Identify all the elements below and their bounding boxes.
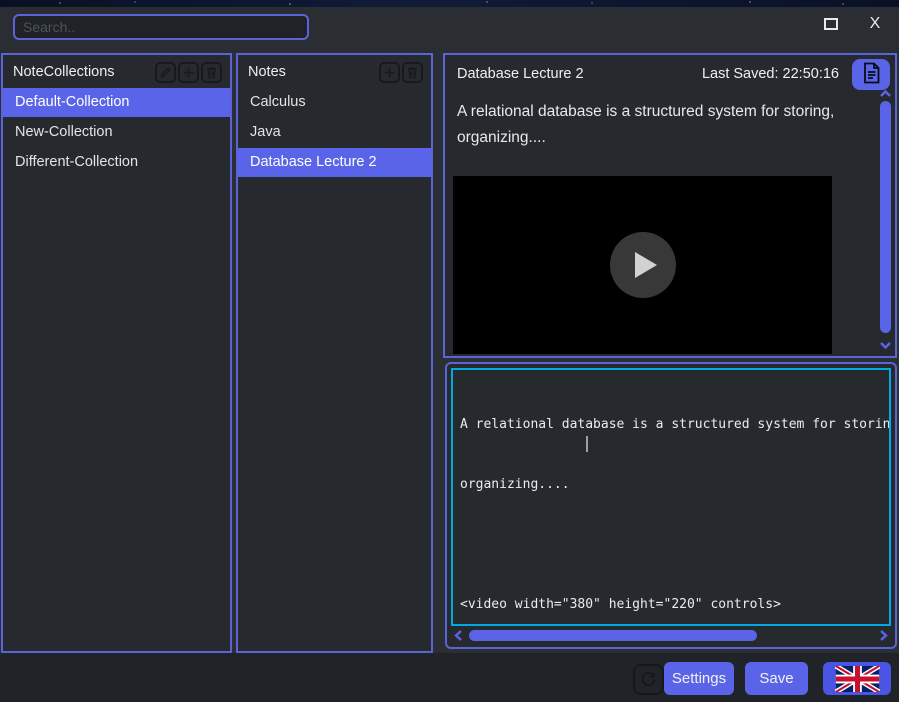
refresh-button[interactable] <box>633 664 664 695</box>
chevron-up-icon <box>879 89 892 98</box>
collection-item-new[interactable]: New-Collection <box>3 118 230 147</box>
notes-header: Notes <box>238 55 431 87</box>
notes-title: Notes <box>248 64 286 80</box>
video-player <box>453 176 832 354</box>
scroll-up-button[interactable] <box>879 89 892 98</box>
save-button[interactable]: Save <box>745 662 808 695</box>
last-saved-label: Last Saved: 22:50:16 <box>702 66 839 82</box>
horizontal-scrollbar-thumb[interactable] <box>469 630 757 641</box>
titlebar: X <box>0 7 899 53</box>
note-view-panel: Database Lecture 2 Last Saved: 22:50:16 … <box>443 53 897 358</box>
editor-line: A relational database is a structured sy… <box>460 415 889 435</box>
text-caret <box>586 436 588 452</box>
search-input[interactable] <box>13 14 309 40</box>
language-flag-button[interactable] <box>823 662 891 695</box>
desktop-background-strip <box>0 0 899 7</box>
editor-horizontal-scrollbar <box>451 629 891 642</box>
collections-header: NoteCollections <box>3 55 230 87</box>
footer-bar: Settings Save <box>0 653 899 702</box>
note-view-title: Database Lecture 2 <box>457 66 584 82</box>
delete-note-button[interactable] <box>402 62 423 83</box>
editor-line <box>460 535 889 555</box>
play-icon <box>635 252 657 278</box>
plus-icon <box>383 66 396 79</box>
collections-panel: NoteCollections Default-Collect <box>1 53 232 653</box>
refresh-icon <box>640 670 657 690</box>
collections-list: Default-Collection New-Collection Differ… <box>3 88 230 178</box>
note-item-java[interactable]: Java <box>238 118 431 147</box>
vertical-scrollbar-thumb[interactable] <box>880 101 891 333</box>
notes-panel: Notes Calculus Java Database Lecture 2 <box>236 53 433 653</box>
collection-item-different[interactable]: Different-Collection <box>3 148 230 177</box>
chevron-left-icon <box>453 629 463 642</box>
collection-item-default[interactable]: Default-Collection <box>3 88 230 117</box>
trash-icon <box>406 66 419 79</box>
delete-collection-button[interactable] <box>201 62 222 83</box>
close-button[interactable]: X <box>864 13 886 35</box>
editor-container: A relational database is a structured sy… <box>445 362 897 649</box>
add-note-button[interactable] <box>379 62 400 83</box>
editor-line: <video width="380" height="220" controls… <box>460 595 889 615</box>
note-rendered-text: A relational database is a structured sy… <box>457 99 869 151</box>
chevron-right-icon <box>879 629 889 642</box>
note-item-calculus[interactable]: Calculus <box>238 88 431 117</box>
play-button[interactable] <box>610 232 676 298</box>
export-document-button[interactable] <box>852 59 890 90</box>
note-view-scrollbar <box>879 88 892 351</box>
document-icon <box>862 62 881 87</box>
note-source-textbox[interactable]: A relational database is a structured sy… <box>451 368 891 626</box>
uk-flag-icon <box>835 666 880 692</box>
scroll-right-button[interactable] <box>879 629 889 642</box>
maximize-button[interactable] <box>824 18 838 30</box>
editor-line: organizing.... <box>460 475 889 495</box>
trash-icon <box>205 66 218 79</box>
pencil-icon <box>159 66 172 79</box>
add-collection-button[interactable] <box>178 62 199 83</box>
plus-icon <box>182 66 195 79</box>
note-item-database-lecture-2[interactable]: Database Lecture 2 <box>238 148 431 177</box>
edit-collection-button[interactable] <box>155 62 176 83</box>
collections-title: NoteCollections <box>13 64 115 80</box>
notes-list: Calculus Java Database Lecture 2 <box>238 88 431 178</box>
scroll-left-button[interactable] <box>453 629 463 642</box>
scroll-down-button[interactable] <box>879 341 892 350</box>
settings-button[interactable]: Settings <box>664 662 734 695</box>
chevron-down-icon <box>879 341 892 350</box>
